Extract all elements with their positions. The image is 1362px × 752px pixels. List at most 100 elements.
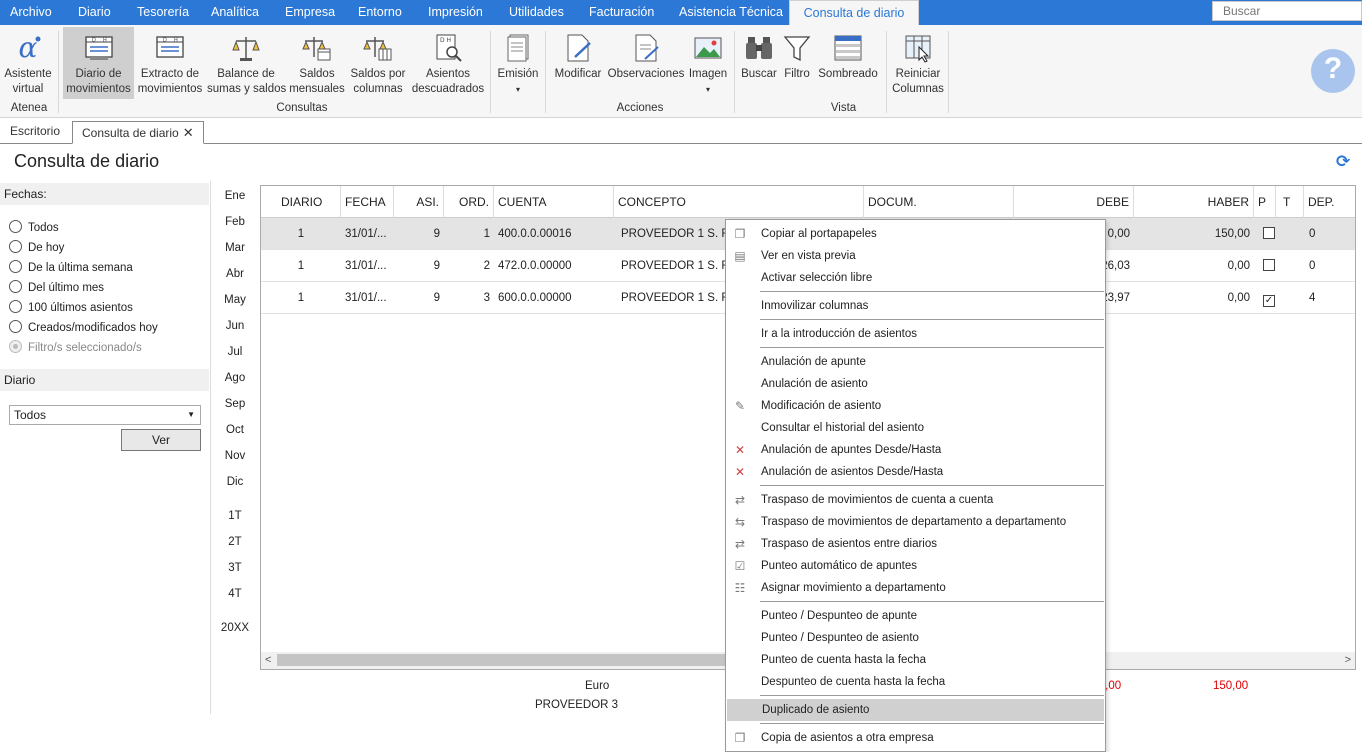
observaciones-button[interactable]: Observaciones (606, 27, 686, 99)
col-p[interactable]: P (1254, 186, 1276, 218)
col-t[interactable]: T (1276, 186, 1304, 218)
checkbox-checked[interactable]: ✓ (1263, 295, 1275, 307)
menu-modificacion-asiento[interactable]: ✎ Modificación de asiento (726, 395, 1105, 417)
ver-button[interactable]: Ver (121, 429, 201, 451)
tab-consulta-de-diario[interactable]: Consulta de diario ✕ (72, 121, 204, 144)
col-concepto[interactable]: CONCEPTO (614, 186, 864, 218)
month-dic[interactable]: Dic (213, 476, 257, 488)
menu-consulta-de-diario[interactable]: Consulta de diario (789, 0, 919, 25)
menu-punteo-apunte[interactable]: Punteo / Despunteo de apunte (726, 605, 1105, 627)
col-dep[interactable]: DEP. (1304, 186, 1355, 218)
menu-historial-asiento[interactable]: Consultar el historial del asiento (726, 417, 1105, 439)
close-tab-icon[interactable]: ✕ (183, 125, 194, 140)
month-jun[interactable]: Jun (213, 320, 257, 332)
col-diario[interactable]: DIARIO (261, 186, 341, 218)
radio-ultima-semana[interactable]: De la última semana (9, 260, 133, 276)
radio-de-hoy[interactable]: De hoy (9, 240, 64, 256)
menu-traspaso-diarios[interactable]: ⇄ Traspaso de asientos entre diarios (726, 533, 1105, 555)
checkbox[interactable] (1263, 227, 1275, 239)
menu-anulacion-apunte[interactable]: Anulación de apunte (726, 351, 1105, 373)
menu-copia-otra-empresa[interactable]: ❐ Copia de asientos a otra empresa (726, 727, 1105, 749)
help-icon[interactable]: ? (1311, 49, 1355, 93)
emision-button[interactable]: Emisión ▾ (496, 27, 540, 99)
balance-sumas-saldos-button[interactable]: Balance de sumas y saldos (207, 27, 286, 99)
asientos-descuadrados-button[interactable]: D H Asientos descuadrados (411, 27, 485, 99)
radio-todos[interactable]: Todos (9, 220, 59, 236)
scroll-left-icon[interactable]: < (265, 652, 271, 669)
col-asi[interactable]: ASI. (394, 186, 444, 218)
imagen-button[interactable]: Imagen ▾ (688, 27, 728, 99)
col-docum[interactable]: DOCUM. (864, 186, 1014, 218)
menu-punteo-cuenta-fecha[interactable]: Punteo de cuenta hasta la fecha (726, 649, 1105, 671)
month-mar[interactable]: Mar (213, 242, 257, 254)
saldos-por-columnas-button[interactable]: Saldos por columnas (348, 27, 408, 99)
radio-ultimo-mes[interactable]: Del último mes (9, 280, 104, 296)
month-ene[interactable]: Ene (213, 190, 257, 202)
month-abr[interactable]: Abr (213, 268, 257, 280)
diario-select[interactable]: Todos ▼ (9, 405, 201, 425)
menu-entorno[interactable]: Entorno (358, 0, 402, 25)
month-ago[interactable]: Ago (213, 372, 257, 384)
radio-100-ultimos[interactable]: 100 últimos asientos (9, 300, 133, 316)
radio-creados-hoy[interactable]: Creados/modificados hoy (9, 320, 158, 336)
quarter-1t[interactable]: 1T (213, 510, 257, 522)
sombreado-button[interactable]: Sombreado (816, 27, 880, 99)
menu-punteo-automatico[interactable]: ☑ Punteo automático de apuntes (726, 555, 1105, 577)
menu-asignar-departamento[interactable]: ☷ Asignar movimiento a departamento (726, 577, 1105, 599)
menu-diario[interactable]: Diario (78, 0, 111, 25)
menu-tesoreria[interactable]: Tesorería (137, 0, 189, 25)
menu-utilidades[interactable]: Utilidades (509, 0, 564, 25)
month-feb[interactable]: Feb (213, 216, 257, 228)
menu-facturacion[interactable]: Facturación (589, 0, 654, 25)
menu-asistencia-tecnica[interactable]: Asistencia Técnica (679, 0, 783, 25)
col-fecha[interactable]: FECHA (341, 186, 394, 218)
col-cuenta[interactable]: CUENTA (494, 186, 614, 218)
menu-archivo[interactable]: Archivo (10, 0, 52, 25)
checkbox[interactable] (1263, 259, 1275, 271)
filtro-button[interactable]: Filtro (780, 27, 814, 99)
month-jul[interactable]: Jul (213, 346, 257, 358)
diario-de-movimientos-button[interactable]: D H Diario de movimientos (63, 27, 134, 99)
menu-anulacion-asientos-rango[interactable]: ✕ Anulación de asientos Desde/Hasta (726, 461, 1105, 483)
quarter-3t[interactable]: 3T (213, 562, 257, 574)
menu-traspaso-cuenta[interactable]: ⇄ Traspaso de movimientos de cuenta a cue… (726, 489, 1105, 511)
cell-diario: 1 (297, 292, 305, 304)
quarter-4t[interactable]: 4T (213, 588, 257, 600)
asistente-virtual-button[interactable]: α Asistente virtual (2, 27, 54, 99)
menu-punteo-asiento[interactable]: Punteo / Despunteo de asiento (726, 627, 1105, 649)
menu-empresa[interactable]: Empresa (285, 0, 335, 25)
menu-impresion[interactable]: Impresión (428, 0, 483, 25)
buscar-button[interactable]: Buscar (740, 27, 778, 99)
tab-escritorio[interactable]: Escritorio (1, 121, 69, 144)
chevron-down-icon: ▼ (187, 410, 195, 419)
month-sep[interactable]: Sep (213, 398, 257, 410)
reiniciar-columnas-button[interactable]: Reiniciar Columnas (891, 27, 945, 99)
menu-anulacion-asiento[interactable]: Anulación de asiento (726, 373, 1105, 395)
menu-copiar-portapapeles[interactable]: ❐ Copiar al portapapeles (726, 223, 1105, 245)
menu-vista-previa[interactable]: ▤ Ver en vista previa (726, 245, 1105, 267)
col-haber[interactable]: HABER (1134, 186, 1254, 218)
menu-inmovilizar-columnas[interactable]: Inmovilizar columnas (726, 295, 1105, 317)
search-input[interactable]: Buscar (1212, 1, 1362, 21)
month-nov[interactable]: Nov (213, 450, 257, 462)
extracto-de-movimientos-button[interactable]: D H Extracto de movimientos (136, 27, 204, 99)
refresh-icon[interactable]: ⟳ (1336, 153, 1354, 171)
scrollbar-thumb[interactable] (277, 654, 727, 666)
menu-traspaso-departamento[interactable]: ⇆ Traspaso de movimientos de departamento… (726, 511, 1105, 533)
quarter-2t[interactable]: 2T (213, 536, 257, 548)
menu-duplicado-asiento[interactable]: Duplicado de asiento (727, 699, 1104, 721)
cell-ord: 2 (483, 260, 490, 272)
menu-ir-introduccion[interactable]: Ir a la introducción de asientos (726, 323, 1105, 345)
scroll-right-icon[interactable]: > (1345, 652, 1351, 669)
month-oct[interactable]: Oct (213, 424, 257, 436)
menu-seleccion-libre[interactable]: Activar selección libre (726, 267, 1105, 289)
menu-anulacion-apuntes-rango[interactable]: ✕ Anulación de apuntes Desde/Hasta (726, 439, 1105, 461)
menu-analitica[interactable]: Analítica (211, 0, 259, 25)
month-may[interactable]: May (213, 294, 257, 306)
year-button[interactable]: 20XX (213, 622, 257, 634)
menu-despunteo-cuenta-fecha[interactable]: Despunteo de cuenta hasta la fecha (726, 671, 1105, 693)
col-ord[interactable]: ORD. (444, 186, 494, 218)
modificar-button[interactable]: Modificar (551, 27, 605, 99)
saldos-mensuales-button[interactable]: Saldos mensuales (289, 27, 345, 99)
col-debe[interactable]: DEBE (1014, 186, 1134, 218)
